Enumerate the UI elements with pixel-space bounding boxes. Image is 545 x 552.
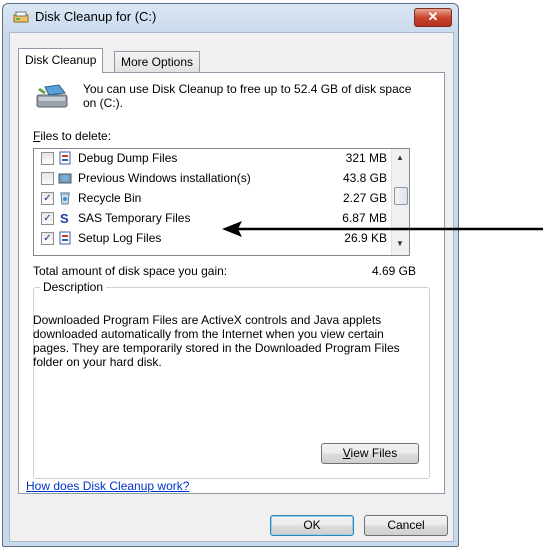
tab-label: Disk Cleanup bbox=[25, 53, 97, 67]
annotation-arrow bbox=[222, 221, 543, 237]
tab-disk-cleanup[interactable]: Disk Cleanup bbox=[18, 48, 104, 73]
